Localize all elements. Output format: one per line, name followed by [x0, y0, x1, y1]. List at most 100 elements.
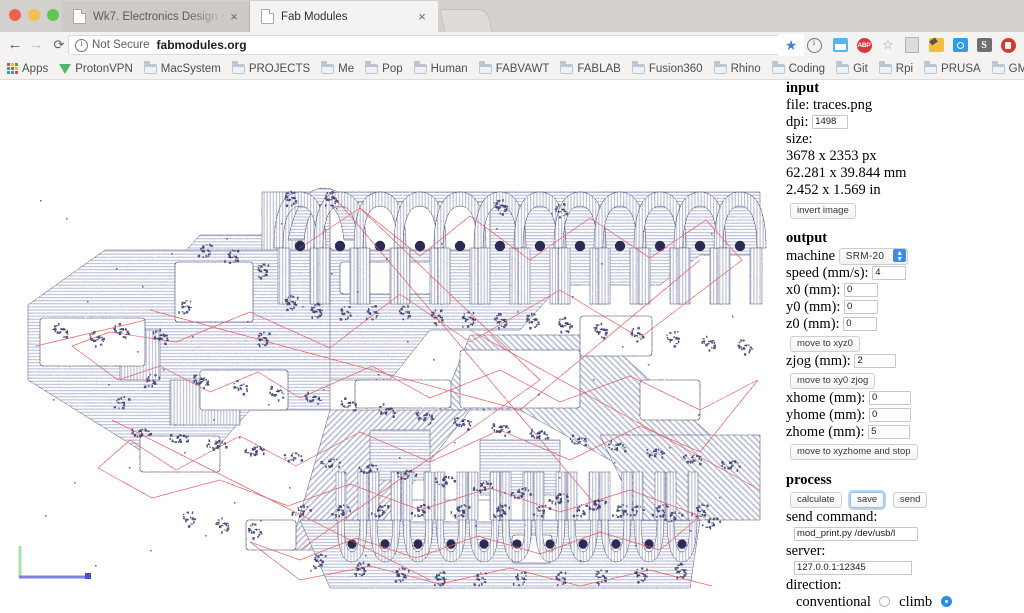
speed-input[interactable] — [872, 266, 907, 280]
bookmark-rhino[interactable]: Rhino — [713, 60, 761, 75]
close-window-button[interactable] — [9, 9, 21, 21]
password-manager-button[interactable] — [924, 34, 948, 56]
move-to-xy0-zjog-button[interactable]: move to xy0 zjog — [790, 373, 876, 389]
protonvpn-icon — [59, 63, 72, 74]
xhome-input[interactable] — [868, 391, 911, 405]
url-text: fabmodules.org — [156, 38, 247, 52]
page-content: input file: traces.png dpi: size: 3678 x… — [0, 80, 1024, 613]
tab-title: Fab Modules — [281, 10, 348, 23]
bookmark-me[interactable]: Me — [321, 60, 354, 75]
security-status-label: Not Secure — [92, 39, 150, 51]
server-input[interactable] — [794, 561, 912, 575]
z0-input[interactable] — [843, 317, 878, 331]
back-icon[interactable]: ← — [6, 36, 24, 54]
size-px-value: 3678 x 2353 px — [786, 148, 877, 164]
minimize-window-button[interactable] — [28, 9, 40, 21]
screenshot-extension-button[interactable] — [828, 34, 852, 56]
machine-select-wrap[interactable]: SRM-20 ▲ ▼ — [838, 247, 909, 265]
xhome-row: xhome (mm): — [786, 390, 1024, 407]
bookmark-pop[interactable]: Pop — [365, 60, 403, 75]
evernote-button[interactable]: S — [972, 34, 996, 56]
bookmark-rpi[interactable]: Rpi — [878, 60, 913, 75]
maximize-window-button[interactable] — [47, 9, 59, 21]
yhome-input[interactable] — [868, 408, 911, 422]
page-favicon-icon — [261, 9, 274, 24]
info-icon — [806, 37, 822, 53]
invert-image-button[interactable]: invert image — [790, 203, 856, 219]
process-buttons-row: calculate save send — [786, 489, 1024, 509]
bookmark-star-button[interactable]: ★ — [778, 34, 804, 56]
tab-list: Wk7. Electronics Design • Fab × Fab Modu… — [62, 0, 493, 32]
bookmark-macsystem[interactable]: MacSystem — [143, 60, 221, 75]
server-row — [786, 560, 1024, 577]
add-to-collection-icon: ☆ — [882, 37, 894, 52]
calculate-button[interactable]: calculate — [790, 492, 842, 508]
save-button[interactable]: save — [850, 492, 885, 508]
bookmark-fabvawt[interactable]: FABVAWT — [478, 60, 549, 75]
window-controls — [9, 9, 59, 21]
zjog-label: zjog (mm): — [786, 353, 851, 369]
dpi-label: dpi: — [786, 114, 809, 130]
size-label: size: — [786, 131, 813, 147]
info-extension-button[interactable] — [804, 34, 828, 56]
speed-row: speed (mm/s): — [786, 265, 1024, 282]
direction-conventional-radio[interactable] — [878, 596, 890, 607]
password-key-icon — [928, 38, 944, 52]
page-favicon-icon — [73, 9, 86, 24]
close-icon[interactable]: × — [415, 10, 429, 24]
input-file-row: file: traces.png — [786, 97, 1024, 114]
bookmark-gm[interactable]: GM — [991, 60, 1024, 75]
send-command-input[interactable] — [794, 527, 918, 541]
machine-row: machine SRM-20 ▲ ▼ — [786, 247, 1024, 265]
send-button[interactable]: send — [892, 492, 928, 508]
bookmark-fablab[interactable]: FABLAB — [560, 60, 621, 75]
info-icon[interactable] — [75, 38, 88, 52]
x-axis-endpoint — [85, 573, 91, 579]
input-dpi-row: dpi: — [786, 114, 1024, 131]
direction-label: direction: — [786, 577, 842, 593]
camera-capture-button[interactable] — [948, 34, 972, 56]
direction-climb-radio[interactable] — [940, 596, 952, 607]
reader-mode-button[interactable] — [900, 34, 924, 56]
tab-fab-modules[interactable]: Fab Modules × — [250, 1, 438, 32]
navigation-toolbar: ← → ⟳ Not Secure fabmodules.org ★ ABP ☆ … — [0, 32, 1024, 58]
y0-input[interactable] — [844, 300, 878, 314]
reload-icon[interactable]: ⟳ — [50, 36, 68, 54]
input-size-mm-row: 62.281 x 39.844 mm — [786, 165, 1024, 182]
x0-input[interactable] — [844, 283, 878, 297]
toolpath-viewport[interactable] — [0, 80, 780, 613]
bookmark-apps[interactable]: Apps — [7, 63, 48, 75]
toolbar-icon-group: ★ ABP ☆ S — [778, 34, 1020, 56]
bookmark-human[interactable]: Human — [413, 60, 468, 75]
bookmark-git[interactable]: Git — [836, 60, 868, 75]
input-size-px-row: 3678 x 2353 px — [786, 148, 1024, 165]
folder-icon — [365, 60, 379, 74]
address-bar[interactable]: Not Secure fabmodules.org — [68, 35, 782, 55]
yhome-label: yhome (mm): — [786, 407, 866, 423]
send-command-label: send command: — [786, 509, 878, 525]
zjog-input[interactable] — [854, 354, 897, 368]
forward-icon[interactable]: → — [27, 36, 45, 54]
move-to-xyzhome-and-stop-button[interactable]: move to xyzhome and stop — [790, 444, 918, 460]
tab-wk7-electronics-design[interactable]: Wk7. Electronics Design • Fab × — [62, 1, 250, 32]
folder-icon — [836, 60, 850, 74]
dpi-input[interactable] — [812, 115, 849, 129]
folder-icon — [478, 60, 492, 74]
bookmark-coding[interactable]: Coding — [771, 60, 825, 75]
y0-label: y0 (mm): — [786, 299, 841, 315]
zhome-input[interactable] — [868, 425, 911, 439]
new-tab-button[interactable] — [439, 9, 493, 32]
privacy-badger-button[interactable] — [996, 34, 1020, 56]
close-icon[interactable]: × — [227, 10, 241, 24]
bookmark-fusion360[interactable]: Fusion360 — [631, 60, 703, 75]
z0-label: z0 (mm): — [786, 316, 840, 332]
bookmark-prusa[interactable]: PRUSA — [924, 60, 981, 75]
bookmark-label: Git — [853, 62, 868, 75]
move-to-xyz0-button[interactable]: move to xyz0 — [790, 336, 860, 352]
add-to-collection-button[interactable]: ☆ — [876, 34, 900, 56]
bookmark-projects[interactable]: PROJECTS — [231, 60, 310, 75]
adblock-plus-button[interactable]: ABP — [852, 34, 876, 56]
direction-conventional-label: conventional — [796, 594, 871, 610]
bookmark-protonvpn[interactable]: ProtonVPN — [59, 63, 133, 75]
